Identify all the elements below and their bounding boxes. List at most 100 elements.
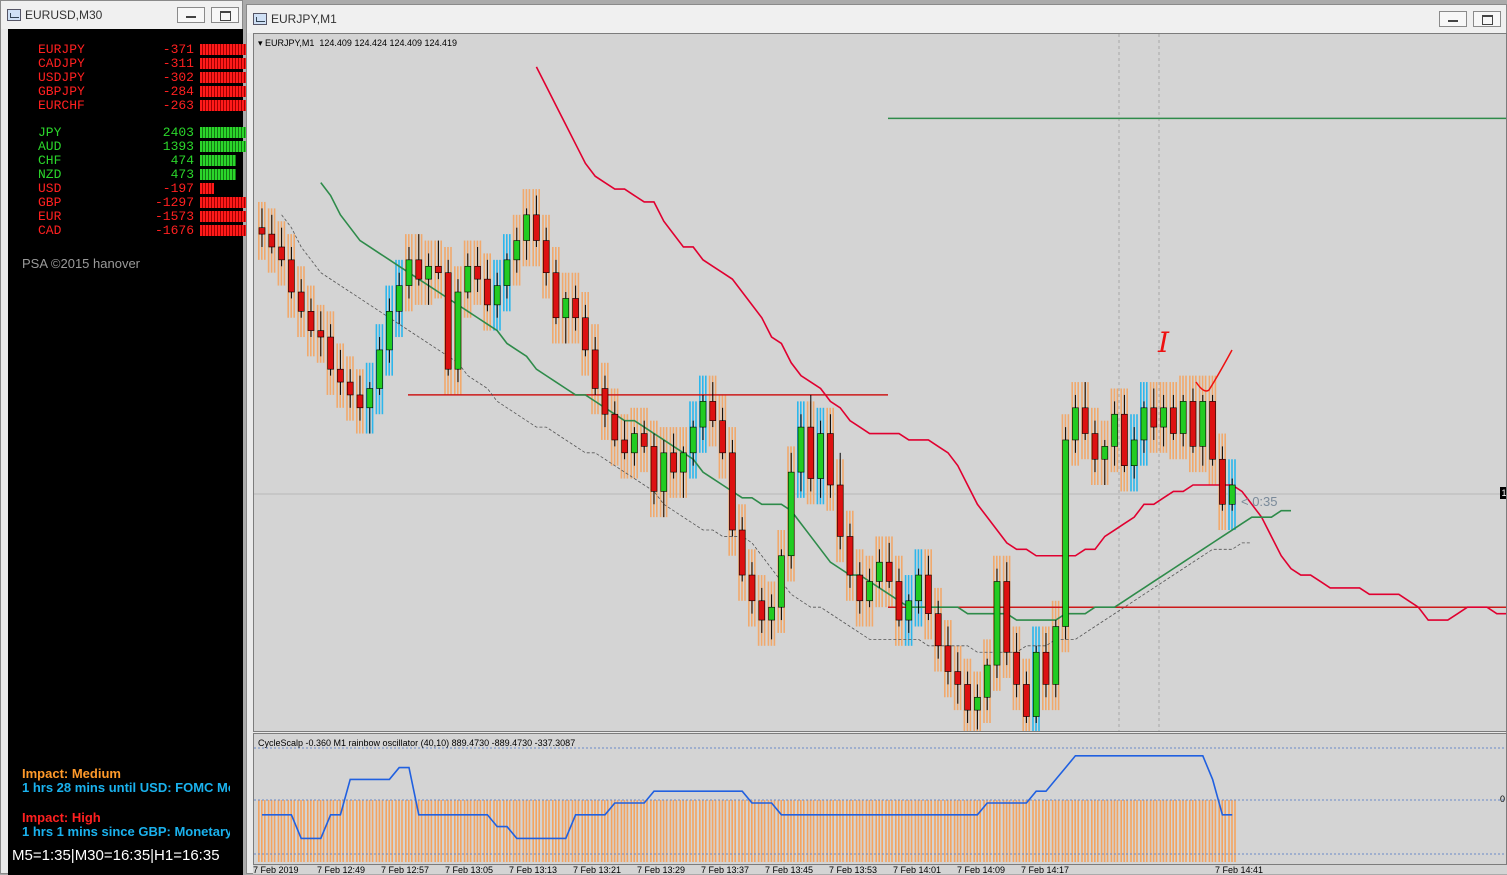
oscillator-bar xyxy=(1149,800,1152,862)
bear-candle xyxy=(317,330,325,338)
oscillator-bar xyxy=(842,800,844,862)
oscillator-bar xyxy=(401,800,403,862)
maximize-button[interactable] xyxy=(1473,11,1501,27)
pair-name: USDJPY xyxy=(38,70,85,85)
oscillator-bar xyxy=(836,800,838,862)
time-label: 7 Feb 12:57 xyxy=(381,865,430,874)
bear-candle xyxy=(885,561,893,582)
currency-name: JPY xyxy=(38,125,62,140)
oscillator-bar xyxy=(878,800,880,862)
oscillator-bar xyxy=(1120,800,1122,862)
oscillator-line xyxy=(262,754,1233,840)
oscillator-bar xyxy=(966,800,969,862)
bull-candle xyxy=(405,259,413,286)
oscillator-bar xyxy=(950,800,952,862)
bull-candle xyxy=(689,426,697,454)
oscillator-bar xyxy=(636,800,638,862)
oscillator-bar xyxy=(450,800,452,862)
oscillator-bar xyxy=(388,800,390,862)
oscillator-bar xyxy=(1032,800,1034,862)
oscillator-bar xyxy=(339,800,341,862)
oscillator-bar xyxy=(934,800,936,862)
oscillator-bar xyxy=(564,800,567,862)
oscillator-bar xyxy=(381,800,384,862)
oscillator-bar xyxy=(469,800,472,862)
oscillator-bar xyxy=(293,800,295,862)
bull-candle xyxy=(464,265,472,293)
main-window-titlebar[interactable]: EURJPY,M1 xyxy=(247,5,1506,33)
oscillator-bar xyxy=(1071,800,1073,862)
bear-candle xyxy=(1003,581,1011,653)
oscillator-bar xyxy=(986,800,988,862)
oscillator-bar xyxy=(1224,800,1226,862)
bull-candle xyxy=(631,433,638,454)
oscillator-bar xyxy=(1051,800,1054,862)
bull-candle xyxy=(983,664,991,698)
oscillator-bar xyxy=(1087,800,1089,862)
time-label: 7 Feb 14:17 xyxy=(1021,865,1070,874)
oscillator-bar xyxy=(434,800,436,862)
bull-candle xyxy=(787,471,795,557)
bull-candle xyxy=(562,298,570,319)
oscillator-bar xyxy=(300,800,302,862)
oscillator-bar xyxy=(277,800,280,862)
oscillator-bar xyxy=(914,800,917,862)
time-label: 7 Feb 13:53 xyxy=(829,865,878,874)
oscillator-bar xyxy=(273,800,276,862)
oscillator-bar xyxy=(473,800,476,862)
oscillator-bar xyxy=(839,800,841,862)
currency-value: -1573 xyxy=(154,209,194,224)
oscillator-bar xyxy=(685,800,687,862)
time-label: 7 Feb 13:45 xyxy=(765,865,814,874)
oscillator-bar xyxy=(937,800,939,862)
oscillator-svg[interactable] xyxy=(254,734,1507,865)
oscillator-bar xyxy=(601,800,603,862)
pair-value: -311 xyxy=(162,56,194,71)
oscillator-bar xyxy=(287,800,289,862)
news-detail-1: 1 hrs 28 mins until USD: FOMC Me xyxy=(22,780,230,795)
oscillator-bar xyxy=(574,800,577,862)
bull-candle xyxy=(425,265,432,280)
oscillator-bar xyxy=(1159,800,1162,862)
bull-candle xyxy=(876,561,883,582)
oscillator-bar xyxy=(283,800,286,862)
oscillator-bar xyxy=(444,800,446,862)
oscillator-bar xyxy=(656,800,658,862)
oscillator-bar xyxy=(898,800,900,862)
oscillator-bar xyxy=(738,800,740,862)
minimize-button[interactable] xyxy=(177,7,205,23)
oscillator-bar xyxy=(989,800,991,862)
oscillator-bar xyxy=(718,800,721,862)
oscillator-bar xyxy=(604,800,606,862)
oscillator-bar xyxy=(1234,800,1236,862)
bear-candle xyxy=(1042,651,1050,685)
chart-menu-arrow-icon[interactable]: ▾ xyxy=(258,38,265,48)
time-label: 7 Feb 12:49 xyxy=(317,865,366,874)
minimize-button[interactable] xyxy=(1439,11,1467,27)
indicator-chart[interactable]: CycleScalp -0.360 M1 rainbow oscillator … xyxy=(253,733,1507,865)
bull-candle xyxy=(1101,446,1109,460)
oscillator-bar xyxy=(1045,800,1047,862)
currency-value: 1393 xyxy=(162,139,194,154)
price-chart[interactable]: ▾ EURJPY,M1 124.409 124.424 124.409 124.… xyxy=(253,33,1507,732)
oscillator-bar xyxy=(1022,800,1024,862)
left-chart-window[interactable]: EURUSD,M30 EURJPY -371 CADJPY -311 USDJPY -30… xyxy=(0,0,268,875)
bear-candle xyxy=(542,240,550,274)
bull-candle xyxy=(395,285,403,312)
oscillator-bar xyxy=(395,800,397,862)
oscillator-bar xyxy=(1005,800,1008,862)
oscillator-bar xyxy=(525,800,528,862)
oscillator-bar xyxy=(352,800,354,862)
oscillator-bar xyxy=(650,800,652,862)
maximize-button[interactable] xyxy=(211,7,239,23)
oscillator-bar xyxy=(787,800,789,862)
oscillator-bar xyxy=(528,800,531,862)
left-window-titlebar[interactable]: EURUSD,M30 xyxy=(1,1,242,29)
oscillator-bar xyxy=(1155,800,1158,862)
oscillator-bar xyxy=(1143,800,1145,862)
price-chart-svg[interactable] xyxy=(254,34,1507,732)
oscillator-bar xyxy=(983,800,985,862)
chart-symbol-label: EURJPY,M1 xyxy=(265,38,315,48)
oscillator-bar xyxy=(577,800,580,862)
oscillator-bar xyxy=(1172,800,1174,862)
